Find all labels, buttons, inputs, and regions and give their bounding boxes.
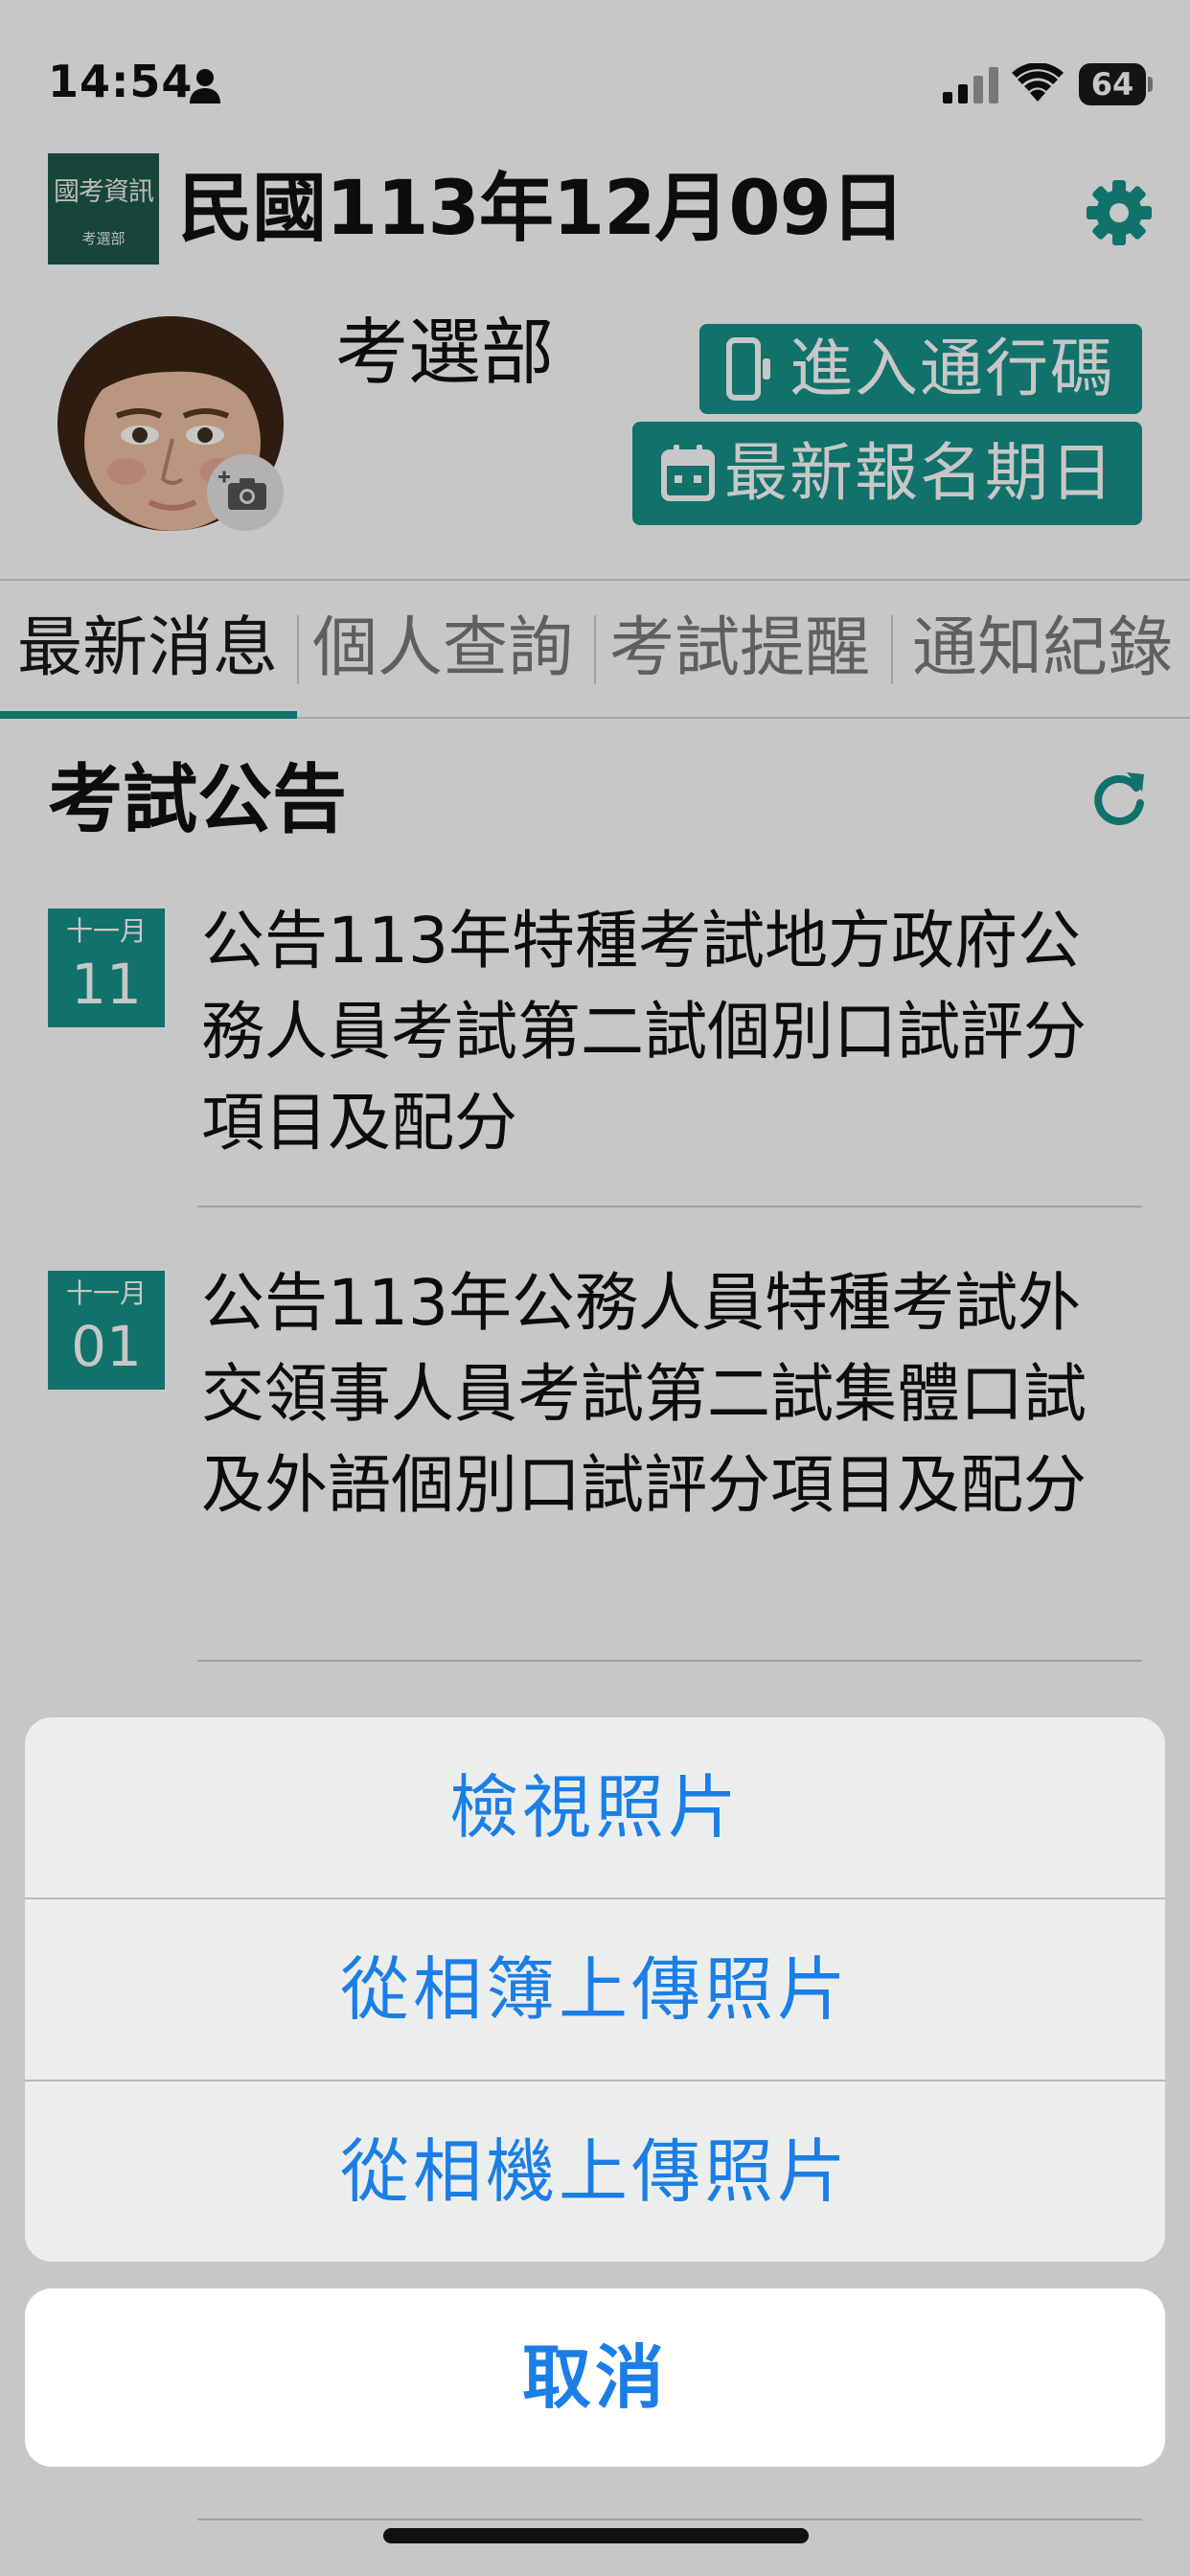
photo-action-sheet: 檢視照片 從相簿上傳照片 從相機上傳照片 xyxy=(25,1717,1165,2262)
upload-from-camera-option[interactable]: 從相機上傳照片 xyxy=(25,2082,1165,2262)
upload-from-album-option[interactable]: 從相簿上傳照片 xyxy=(25,1899,1165,2080)
home-indicator xyxy=(383,2528,809,2543)
app-screen: 14:54 64 國考資訊 考選部 民國113年12月09日 考選部 進入通行碼… xyxy=(0,0,1190,2576)
view-photo-option[interactable]: 檢視照片 xyxy=(25,1717,1165,1898)
cancel-button[interactable]: 取消 xyxy=(25,2288,1165,2467)
